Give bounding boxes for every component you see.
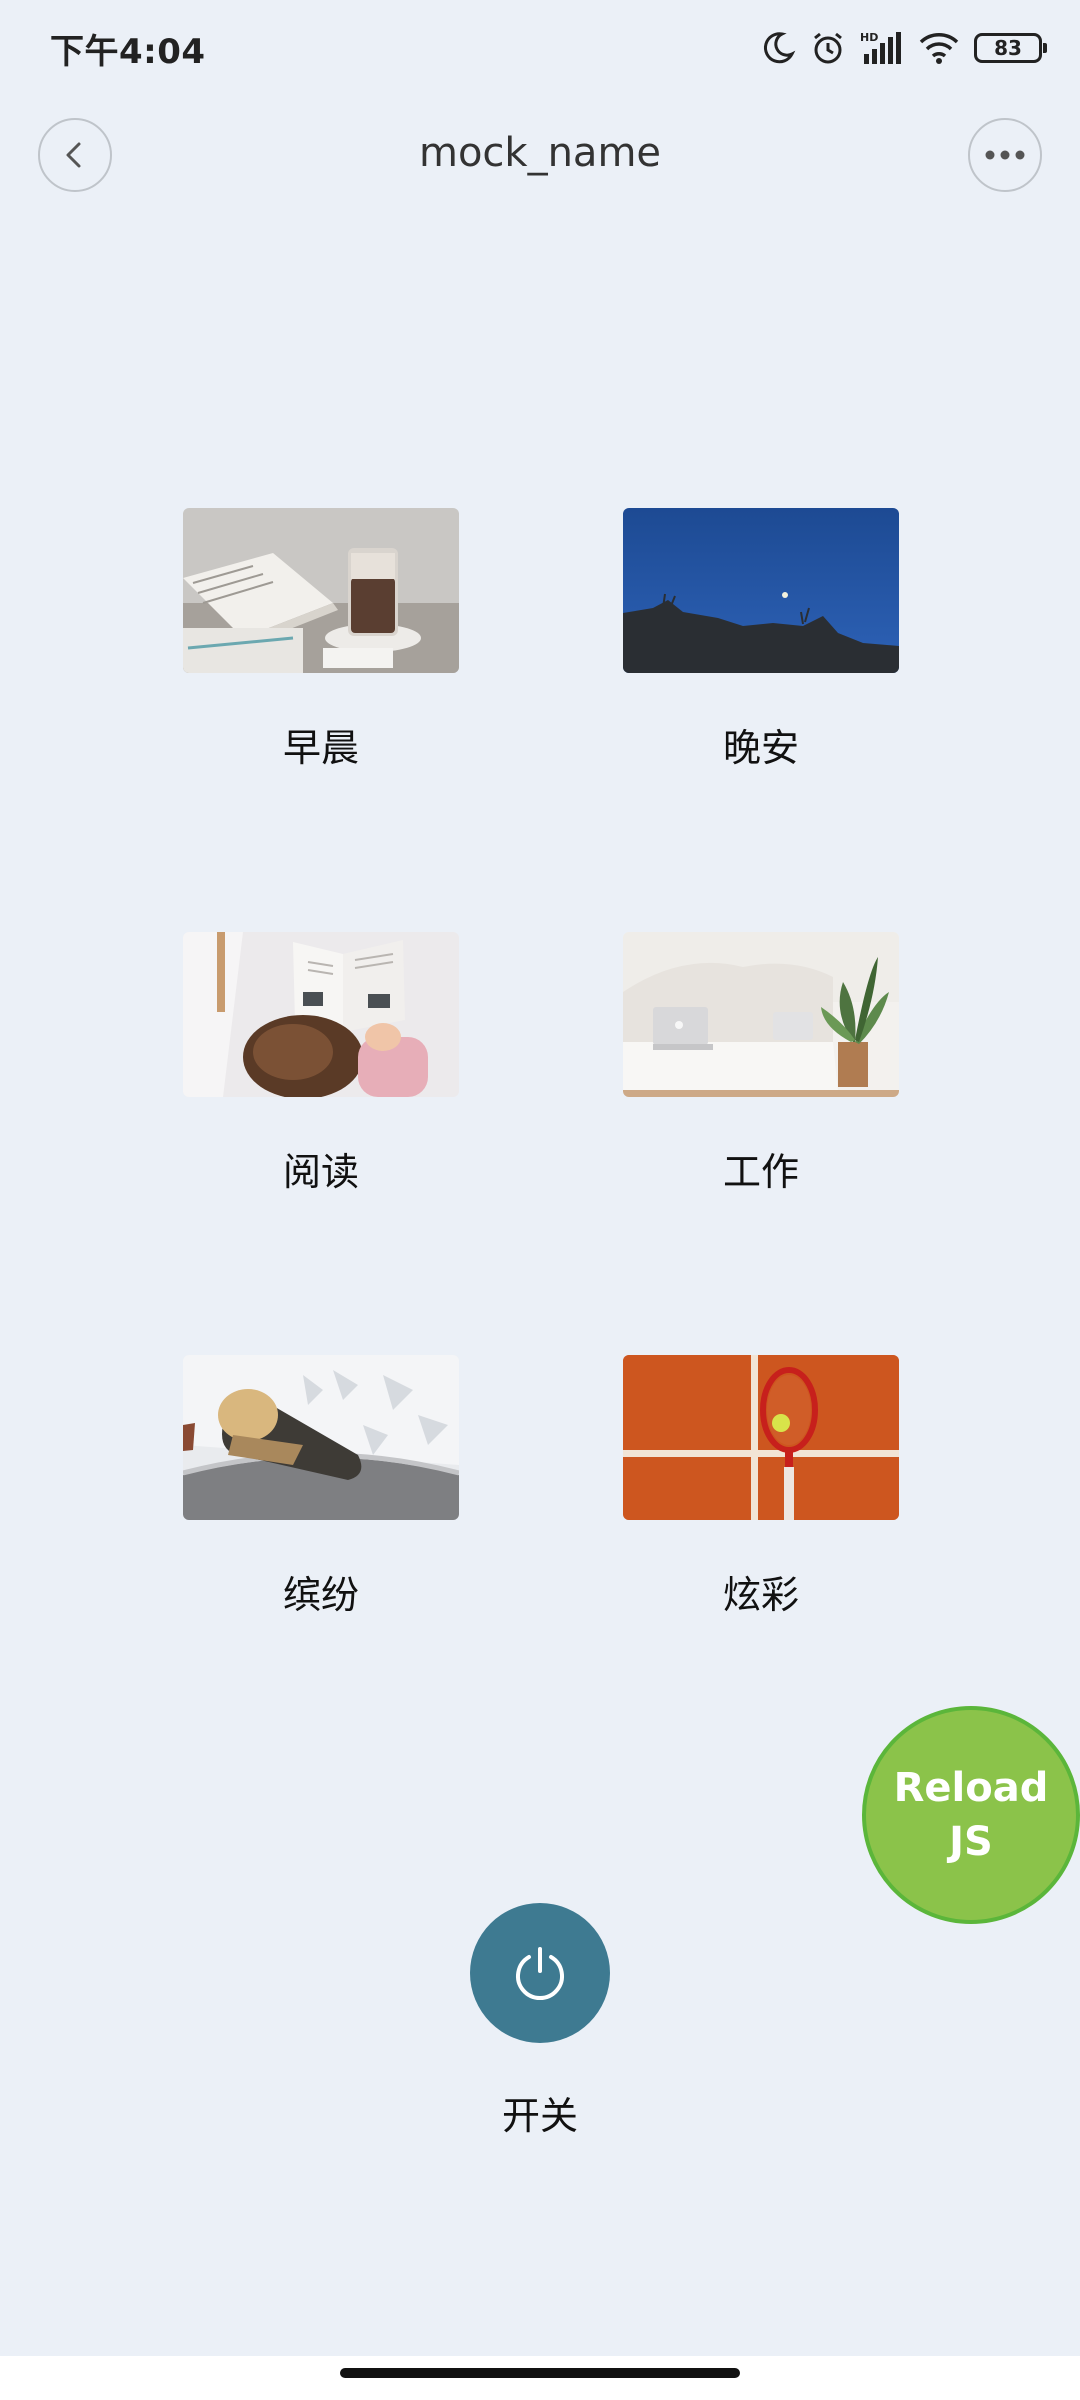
night-sky-moon-photo — [623, 508, 899, 673]
power-icon — [516, 1947, 564, 2001]
scene-label: 阅读 — [282, 1150, 359, 1194]
status-bar: 下午4:04 HD 83 — [0, 0, 1080, 96]
scene-card-dazzle[interactable]: 炫彩 — [623, 1355, 899, 1619]
scene-card-morning[interactable]: 早晨 — [183, 508, 459, 772]
wifi-icon — [918, 30, 960, 66]
coffee-and-book-photo — [183, 508, 459, 673]
more-dots-icon — [985, 150, 1025, 160]
more-button[interactable] — [968, 118, 1042, 192]
svg-text:HD: HD — [860, 31, 878, 44]
tennis-racket-on-court-photo — [623, 1355, 899, 1520]
scene-label: 工作 — [722, 1150, 799, 1194]
scene-label: 缤纷 — [282, 1573, 359, 1617]
champagne-in-ice-photo — [183, 1355, 459, 1520]
power-toggle: 开关 — [470, 1903, 610, 2138]
scene-card-reading[interactable]: 阅读 — [183, 932, 459, 1196]
scene-card-goodnight[interactable]: 晚安 — [623, 508, 899, 772]
page-title: mock_name — [418, 130, 662, 176]
person-reading-book-photo — [183, 932, 459, 1097]
scene-label: 炫彩 — [722, 1573, 799, 1617]
scene-label: 晚安 — [722, 726, 799, 770]
reload-js-button[interactable]: Reload JS — [862, 1706, 1080, 1924]
home-indicator[interactable] — [340, 2368, 740, 2378]
power-label: 开关 — [501, 2094, 578, 2138]
alarm-icon — [810, 30, 846, 66]
scene-label: 早晨 — [282, 726, 359, 770]
moon-icon — [760, 30, 796, 66]
hd-signal-icon: HD — [860, 30, 904, 66]
laptop-on-sofa-photo — [623, 932, 899, 1097]
scene-card-work[interactable]: 工作 — [623, 932, 899, 1196]
status-time: 下午4:04 — [50, 32, 206, 72]
battery-icon: 83 — [974, 33, 1047, 63]
status-icons: HD 83 — [760, 26, 1047, 70]
battery-level: 83 — [994, 36, 1022, 60]
header: mock_name — [0, 116, 1080, 196]
scene-card-colorful[interactable]: 缤纷 — [183, 1355, 459, 1619]
reload-label-line1: Reload — [893, 1765, 1049, 1811]
power-button[interactable] — [470, 1903, 610, 2043]
reload-label-line2: JS — [949, 1819, 993, 1865]
bottom-band — [0, 2356, 1080, 2400]
